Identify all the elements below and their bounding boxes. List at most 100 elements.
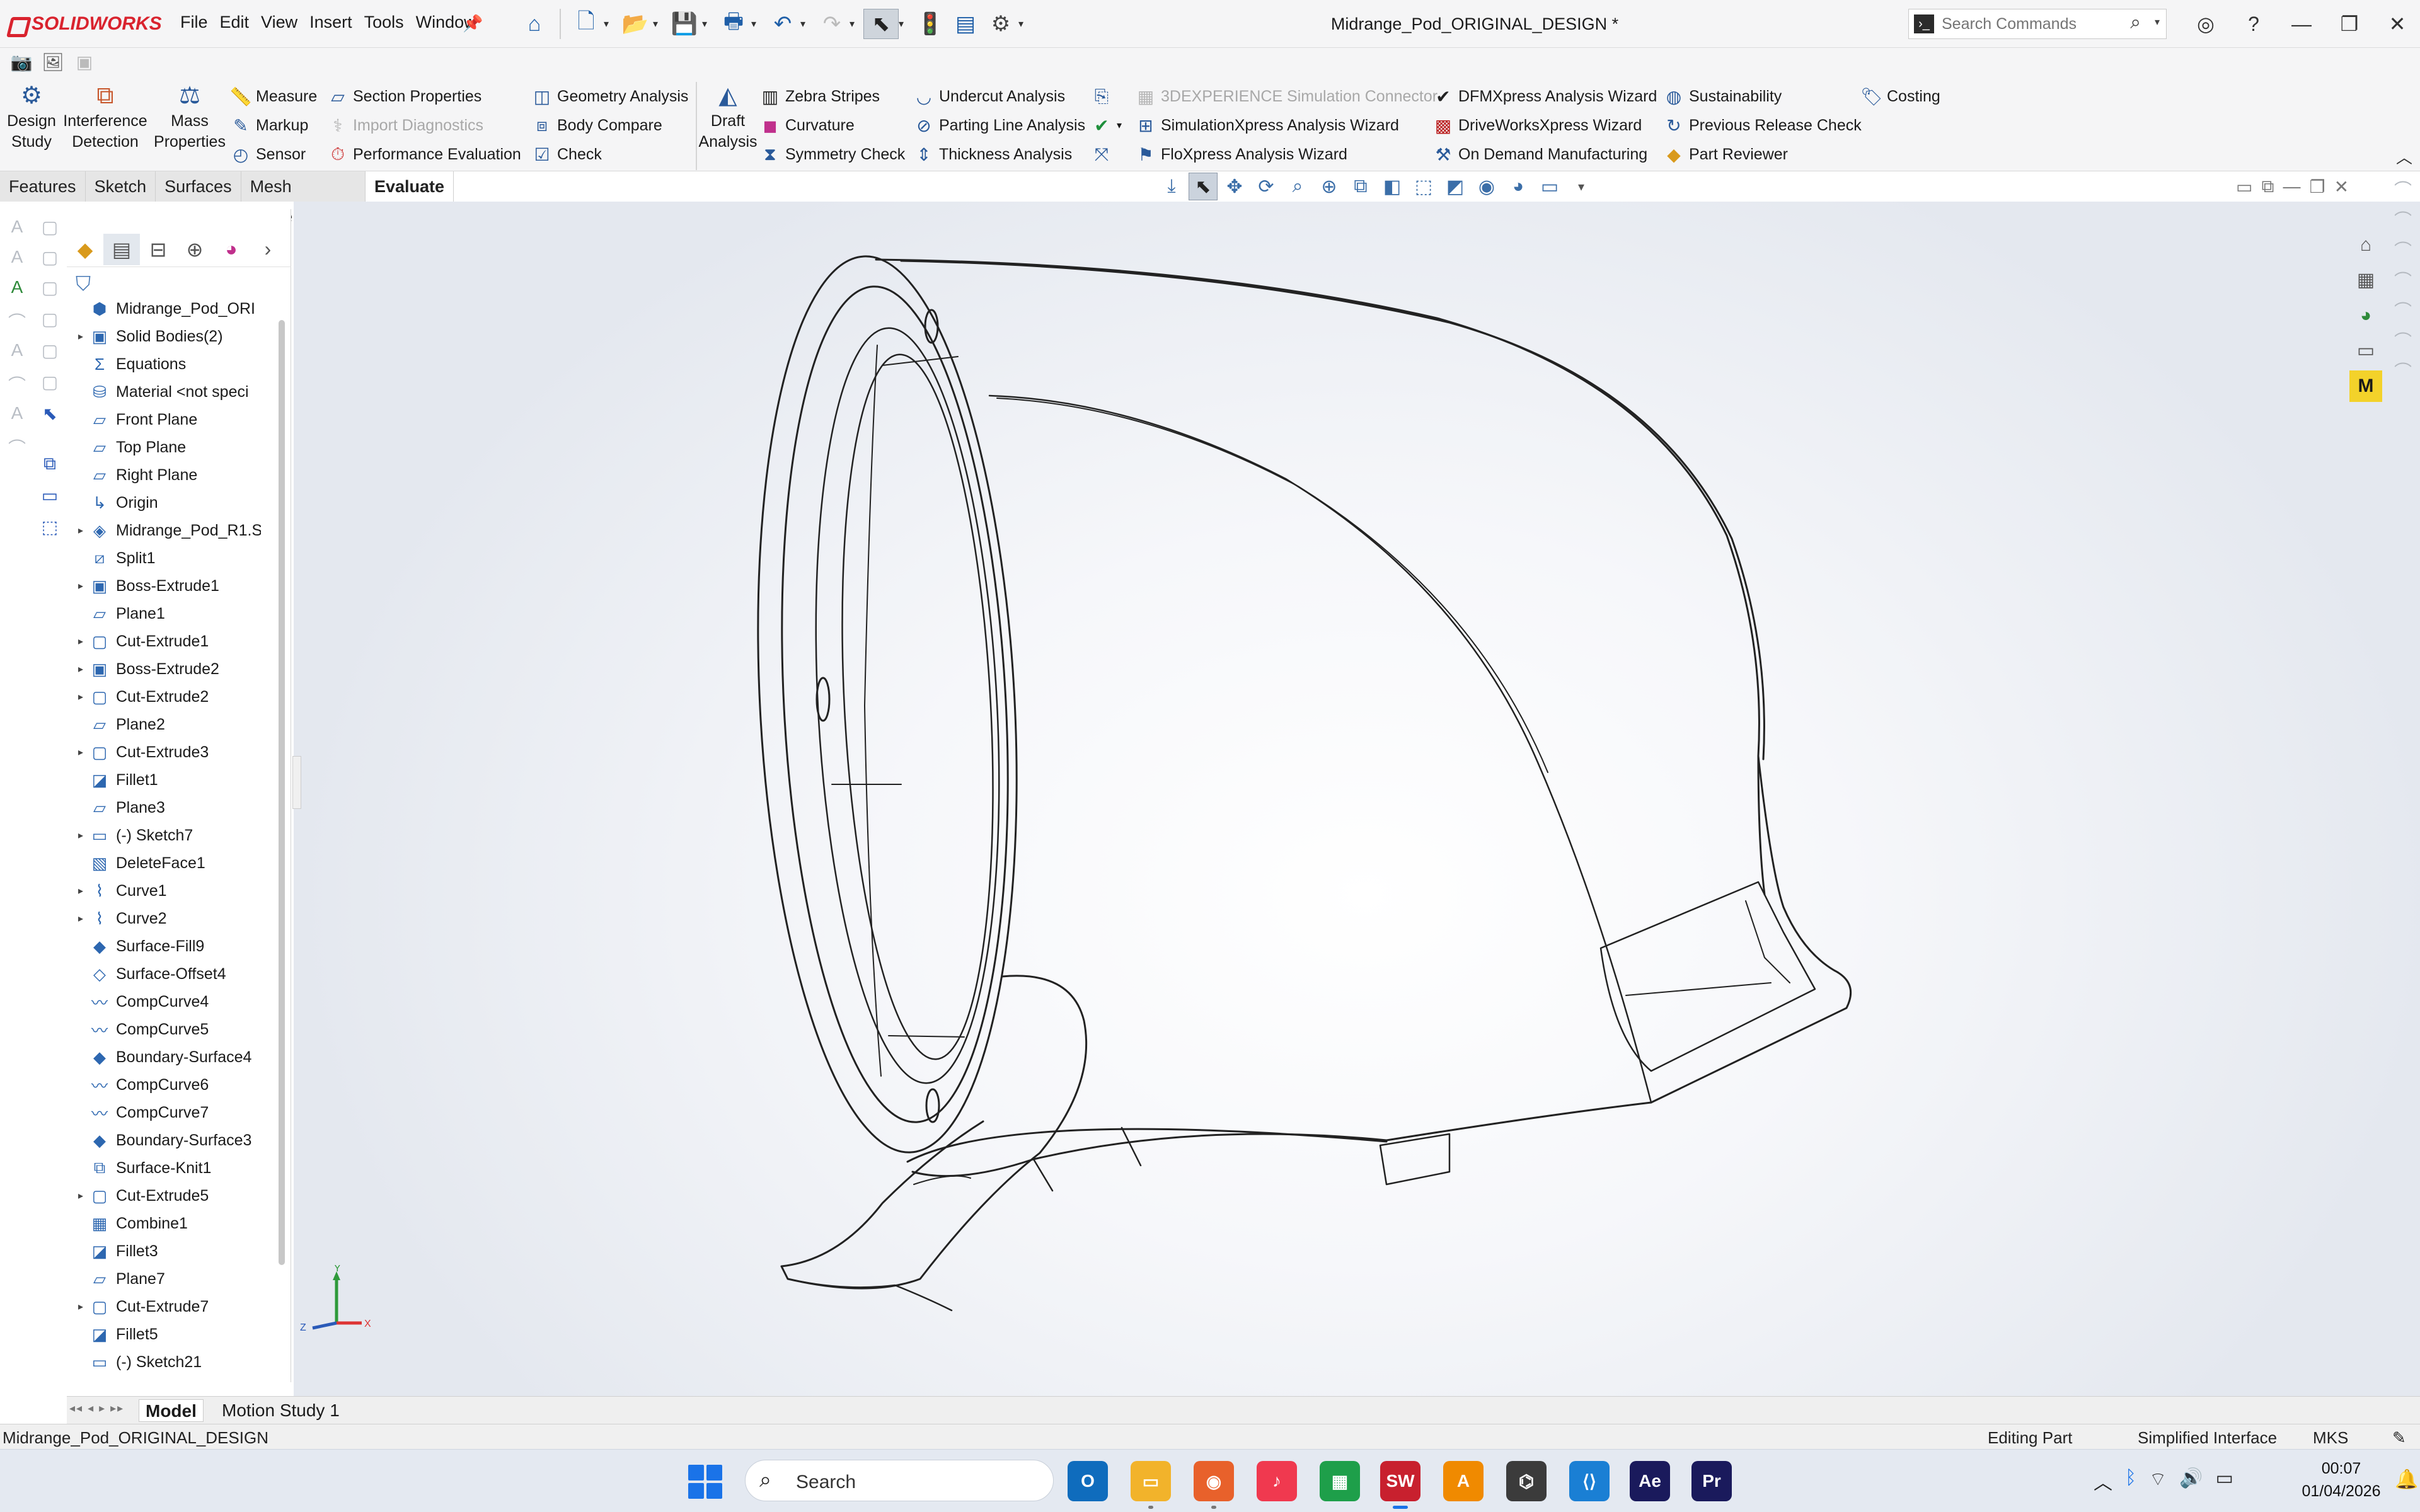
status-units[interactable]: MKS (2313, 1428, 2348, 1448)
sensor-button[interactable]: ◴ Sensor (229, 140, 317, 169)
part-reviewer-button[interactable]: ◆ Part Reviewer (1662, 140, 1862, 169)
view-orientation-icon[interactable]: ⬚ (1409, 173, 1438, 200)
draft-analysis-button[interactable]: ◭ Draft Analysis (698, 82, 758, 152)
feature-tree-item[interactable]: ▱ Plane7 (67, 1265, 275, 1293)
file-explorer-icon[interactable]: ▭ (1131, 1461, 1171, 1509)
side-tool-18-icon[interactable]: ⬚ (38, 517, 62, 541)
feature-tree-item[interactable]: 〰 CompCurve6 (67, 1071, 275, 1099)
feature-tree-item[interactable]: ⧉ Surface-Knit1 (67, 1154, 275, 1182)
feature-tree-item[interactable]: ▸ ▭ (-) Sketch7 (67, 822, 275, 849)
feature-tree-item[interactable]: ◆ Boundary-Surface3 (67, 1126, 275, 1154)
feature-tree-item[interactable]: ⛁ Material <not speci (67, 378, 275, 406)
feature-tree-item[interactable]: Σ Equations (67, 350, 275, 378)
check-button[interactable]: ☑ Check (531, 140, 688, 169)
status-customize-icon[interactable]: ✎ (2392, 1428, 2406, 1448)
feature-tree-item[interactable]: ▸ ▣ Boss-Extrude2 (67, 655, 275, 683)
side-tool-16-icon[interactable]: ⧉ (38, 454, 62, 478)
copilot-icon[interactable]: ⌬ (1506, 1461, 1547, 1501)
bluetooth-icon[interactable]: ᛒ (2125, 1467, 2136, 1495)
status-interface[interactable]: Simplified Interface (2138, 1428, 2277, 1448)
side-tool-6-icon[interactable]: ▢ (38, 277, 62, 301)
view-orient-pin-icon[interactable]: ⤓ (1157, 173, 1186, 200)
search-commands-input[interactable] (1942, 14, 2131, 33)
redo-dropdown-icon[interactable]: ▾ (850, 18, 863, 30)
side-tool-13-icon[interactable]: A (5, 403, 29, 427)
side-tool-15-icon[interactable]: ⌒ (5, 435, 29, 459)
viewport-minimize-icon[interactable]: — (2283, 176, 2300, 197)
wifi-icon[interactable]: ⌔ (2149, 1467, 2167, 1495)
premiere-icon[interactable]: Pr (1691, 1461, 1732, 1501)
design-library-tab-icon[interactable]: ▦ (2349, 265, 2382, 296)
expand-arrow-icon[interactable]: ▸ (73, 663, 88, 675)
battery-icon[interactable]: ▭ (2216, 1467, 2233, 1495)
graphics-area[interactable]: Y X Z (294, 202, 2420, 1407)
options-dropdown-icon[interactable]: ▾ (1018, 18, 1032, 30)
previous-release-check-button[interactable]: ↻ Previous Release Check (1662, 111, 1861, 140)
feature-tree-item[interactable]: ▸ ▣ Solid Bodies(2) (67, 323, 275, 350)
body-compare-button[interactable]: ⧈ Body Compare (531, 111, 688, 140)
vscode-icon[interactable]: ⟨⟩ (1569, 1461, 1610, 1501)
feature-tree-item[interactable]: ▸ ▢ Cut-Extrude2 (67, 683, 275, 711)
feature-tree-item[interactable]: ▱ Plane3 (67, 794, 275, 822)
save-dropdown-icon[interactable]: ▾ (702, 18, 716, 30)
notifications-icon[interactable]: 🔔 (2395, 1469, 2418, 1491)
side-tool-5-icon[interactable]: A (5, 277, 29, 301)
feature-tree-item[interactable]: 〰 CompCurve5 (67, 1016, 275, 1043)
performance-evaluation-button[interactable]: ⏱ Performance Evaluation (326, 140, 521, 169)
new-document-icon[interactable]: 🗋 (568, 9, 604, 39)
feature-tree-item[interactable]: 〰 CompCurve4 (67, 988, 275, 1016)
right-tool-1-icon[interactable]: ⌒ (2386, 176, 2420, 207)
outlook-icon[interactable]: O (1068, 1461, 1108, 1501)
tab-nav-arrows-icon[interactable]: ◂◂ ◂ ▸ ▸▸ (69, 1402, 124, 1415)
midrange-pod-model[interactable] (294, 202, 2420, 1407)
feature-tree-item[interactable]: ◆ Surface-Fill9 (67, 932, 275, 960)
thickness-analysis-button[interactable]: ⇕ Thickness Analysis (913, 140, 1085, 169)
side-tool-10-icon[interactable]: ▢ (38, 340, 62, 364)
tab-mesh-modeling[interactable]: Mesh Modeling (241, 171, 366, 226)
dfmxpress-button[interactable]: ✔ DFMXpress Analysis Wizard (1432, 82, 1657, 111)
solidworks-logo[interactable]: SOLIDWORKS (6, 9, 162, 39)
side-tool-3-icon[interactable]: A (5, 247, 29, 271)
file-properties-icon[interactable]: ▤ (948, 9, 983, 39)
feature-tree-item[interactable]: ⬢ Midrange_Pod_ORI (67, 295, 275, 323)
zoom-to-fit-icon[interactable]: ⌕ (1283, 173, 1312, 200)
driveworksxpress-button[interactable]: ▩ DriveWorksXpress Wizard (1432, 111, 1657, 140)
capture-icon[interactable]: 🖼 (40, 52, 66, 77)
mass-properties-button[interactable]: ⚖ Mass Properties (151, 82, 228, 152)
display-style-icon[interactable]: ◩ (1441, 173, 1470, 200)
parting-line-analysis-button[interactable]: ⊘ Parting Line Analysis (913, 111, 1085, 140)
side-tool-12-icon[interactable]: ▢ (38, 372, 62, 396)
compare-documents-button[interactable]: ⎘ (1090, 82, 1122, 111)
undo-icon[interactable]: ↶ (765, 9, 800, 39)
open-dropdown-icon[interactable]: ▾ (653, 18, 667, 30)
camera-icon[interactable]: 📷 (9, 52, 34, 77)
display-manager-icon[interactable]: ◕ (213, 234, 250, 265)
feature-manager-tree-icon[interactable]: ▤ (103, 233, 140, 265)
select-pointer-icon[interactable]: ⬉ (863, 9, 899, 39)
solidworks-icon[interactable]: SW (1380, 1461, 1420, 1509)
interference-detection-button[interactable]: ⧉ Interference Detection (60, 82, 150, 152)
side-tool-11-icon[interactable]: ⌒ (5, 372, 29, 396)
print-dropdown-icon[interactable]: ▾ (751, 18, 765, 30)
expand-arrow-icon[interactable]: ▸ (73, 580, 88, 592)
feature-tree-item[interactable]: 〰 CompCurve7 (67, 1099, 275, 1126)
firefox-icon[interactable]: ◉ (1194, 1461, 1234, 1509)
search-icon[interactable]: ⌕ (2130, 12, 2141, 33)
feature-tree-item[interactable]: ▦ Combine1 (67, 1210, 275, 1237)
curvature-button[interactable]: ◼ Curvature (759, 111, 905, 140)
right-tool-6-icon[interactable]: ⌒ (2386, 328, 2420, 358)
feature-tree-item[interactable]: ▱ Plane2 (67, 711, 275, 738)
panel-expand-icon[interactable]: › (250, 234, 286, 265)
feature-tree-item[interactable]: ◪ Fillet3 (67, 1237, 275, 1265)
right-tool-3-icon[interactable]: ⌒ (2386, 237, 2420, 267)
mysolidworks-icon[interactable]: M (2349, 370, 2382, 402)
feature-tree-scrollbar[interactable] (279, 320, 285, 1265)
home-icon[interactable]: ⌂ (517, 9, 552, 39)
check-sketch-button[interactable]: ✔ ▾ (1090, 111, 1122, 140)
autodesk-icon[interactable]: A (1443, 1461, 1484, 1501)
tab-model[interactable]: Model (139, 1399, 204, 1422)
feature-tree-item[interactable]: ▧ DeleteFace1 (67, 849, 275, 877)
print-icon[interactable]: 🖶 (716, 9, 751, 39)
search-dropdown-icon[interactable]: ▾ (2155, 16, 2160, 28)
menu-edit[interactable]: Edit (220, 13, 250, 32)
